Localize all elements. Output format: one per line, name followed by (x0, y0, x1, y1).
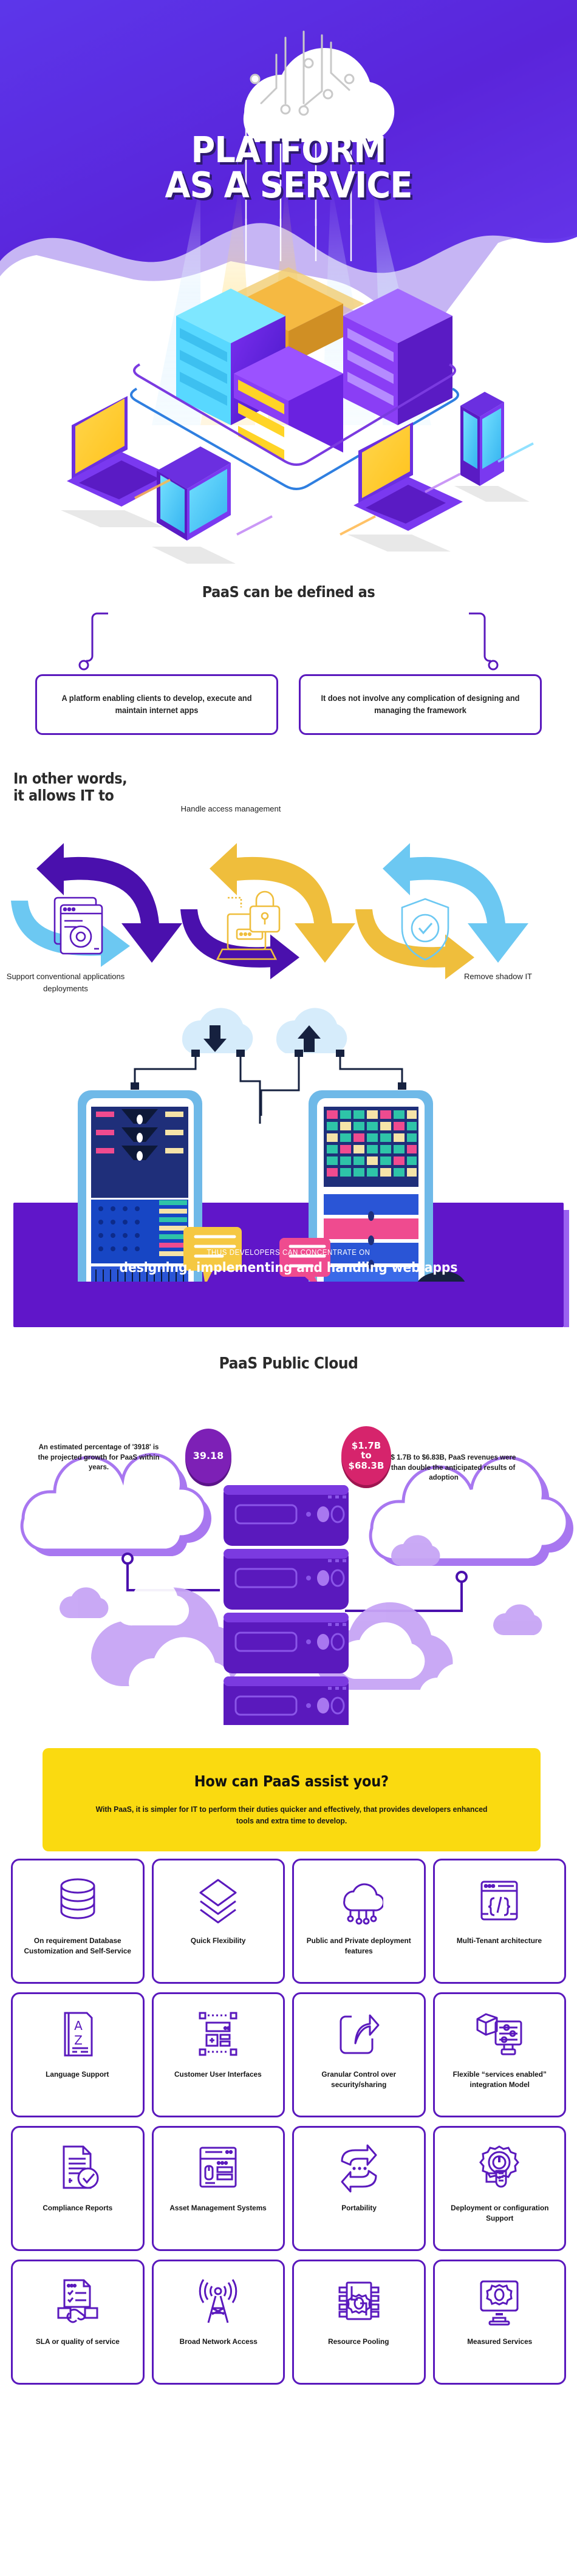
definition-box: A platform enabling clients to develop, … (35, 674, 278, 735)
arrow-purple-bottom (180, 909, 299, 980)
label-remove-shadow-it: Remove shadow IT (464, 972, 532, 981)
laptop-lock-icon (216, 890, 281, 960)
feature-card-measured-services[interactable]: Measured Services (432, 2260, 566, 2385)
box-monitor-sliders-icon (474, 2005, 525, 2063)
in-other-words-heading: In other words, it allows IT to (13, 770, 128, 804)
feature-card-integration[interactable]: Flexible “services enabled” integration … (432, 1992, 566, 2117)
connector-lines (78, 612, 499, 671)
assist-card: How can PaaS assist you? With PaaS, it i… (43, 1748, 541, 1851)
code-window-icon (476, 1871, 522, 1930)
definition-boxes: A platform enabling clients to develop, … (35, 674, 542, 735)
banner-small-text: THUS DEVELOPERS CAN CONCENTRATE ON (207, 1248, 370, 1257)
public-cloud-heading: PaaS Public Cloud (219, 1355, 358, 1373)
banner-text: THUS DEVELOPERS CAN CONCENTRATE ON desig… (0, 1248, 577, 1276)
feature-label: On requirement Database Customization an… (24, 1936, 131, 1955)
hero-background (0, 0, 577, 577)
handshake-document-icon (53, 2272, 102, 2331)
feature-label: Compliance Reports (43, 2204, 113, 2212)
feature-card-granular-control[interactable]: Granular Control over security/sharing (292, 1992, 426, 2117)
feature-card-asset-management[interactable]: Asset Management Systems (151, 2126, 285, 2251)
growth-percentage-bubble: 39.18 (185, 1429, 231, 1483)
feature-label: Language Support (46, 2070, 109, 2079)
layers-icon (196, 1871, 241, 1930)
feature-card-ui[interactable]: Customer User Interfaces (151, 1992, 285, 2117)
feature-label: Customer User Interfaces (174, 2070, 262, 2079)
iow-heading-line2: it allows IT to (13, 787, 114, 804)
growth-percentage-value: 39.18 (193, 1450, 224, 1462)
feature-label: Deployment or configuration Support (450, 2204, 548, 2222)
in-other-words-section: In other words, it allows IT to Handle a… (0, 759, 577, 1020)
developer-illustration-section: THUS DEVELOPERS CAN CONCENTRATE ON desig… (0, 1008, 577, 1336)
revenue-from: $1.7B (351, 1440, 381, 1452)
defined-as-heading: PaaS can be defined as (202, 583, 375, 601)
defined-as-section: PaaS can be defined as A platform enabli… (0, 577, 577, 759)
feature-card-multitenant[interactable]: Multi-Tenant architecture (432, 1859, 566, 1984)
cloud-download-icon (182, 1008, 253, 1053)
cloud-upload-icon (276, 1008, 347, 1053)
feature-card-flexibility[interactable]: Quick Flexibility (151, 1859, 285, 1984)
feature-card-database[interactable]: On requirement Database Customization an… (11, 1859, 145, 1984)
wireframe-icon (194, 2005, 242, 2063)
feature-card-language[interactable]: A Z Language Support (11, 1992, 145, 2117)
connector-dot (456, 1571, 468, 1583)
book-az-icon: A Z (59, 2005, 97, 2063)
feature-label: SLA or quality of service (35, 2337, 120, 2346)
hero-section: PLATFORM AS A SERVICE (0, 0, 577, 577)
banner-large-text: designing, implementing and handling web… (119, 1260, 458, 1276)
connector-dot-right (488, 660, 499, 671)
document-check-icon (54, 2139, 101, 2197)
asset-dashboard-icon (194, 2139, 242, 2197)
right-cloud-text: From $ 1.7B to $6.83B, PaaS revenues wer… (371, 1454, 516, 1482)
antenna-tower-icon (195, 2272, 241, 2331)
feature-card-resource-pooling[interactable]: Resource Pooling (292, 2260, 426, 2385)
feature-card-deployment-support[interactable]: Deployment or configuration Support (432, 2126, 566, 2251)
database-icon (56, 1871, 99, 1930)
svg-text:A: A (74, 2018, 83, 2033)
gear-wrench-icon (474, 2139, 524, 2197)
revenue-range-bubble: $1.7B to $68.3B (341, 1426, 391, 1485)
revenue-to: $68.3B (348, 1460, 384, 1471)
feature-card-deployment[interactable]: Public and Private deployment features (292, 1859, 426, 1984)
assist-title: How can PaaS assist you? (194, 1772, 389, 1790)
chip-gear-icon (335, 2272, 383, 2331)
label-handle-access-management: Handle access management (180, 804, 281, 813)
definition-text: It does not involve any complication of … (321, 694, 520, 715)
feature-label: Measured Services (466, 2337, 532, 2346)
assist-subtitle: With PaaS, it is simpler for IT to perfo… (95, 1805, 488, 1826)
feature-card-grid: On requirement Database Customization an… (0, 1859, 577, 2397)
two-way-arrows-icon (335, 2139, 383, 2197)
share-arrow-icon (335, 2005, 383, 2063)
feature-card-network-access[interactable]: Broad Network Access (151, 2260, 285, 2385)
connector-dot (121, 1553, 134, 1565)
feature-label: Public and Private deployment features (306, 1936, 411, 1955)
monitor-gear-icon (475, 2272, 524, 2331)
feature-label: Broad Network Access (179, 2337, 258, 2346)
definition-text: A platform enabling clients to develop, … (61, 694, 252, 715)
feature-card-compliance[interactable]: Compliance Reports (11, 2126, 145, 2251)
server-developer-illustration (78, 1008, 465, 1282)
feature-label: Multi-Tenant architecture (457, 1936, 542, 1945)
svg-text:Z: Z (74, 2033, 83, 2048)
feature-label: Granular Control over security/sharing (321, 2070, 397, 2089)
left-cloud-text: An estimated percentage of '3918' is the… (38, 1444, 160, 1472)
iow-heading-line1: In other words, (13, 770, 128, 787)
feature-card-sla[interactable]: SLA or quality of service (11, 2260, 145, 2385)
feature-label: Asset Management Systems (169, 2204, 267, 2212)
label-support-conventional: Support conventional applications deploy… (6, 972, 125, 994)
feature-label: Portability (341, 2204, 377, 2212)
revenue-to-word: to (361, 1450, 372, 1461)
feature-label: Flexible “services enabled” integration … (452, 2070, 547, 2089)
window-gear-icon (53, 897, 103, 955)
definition-box: It does not involve any complication of … (299, 674, 542, 735)
cloud-network-icon (335, 1871, 383, 1930)
connector-dot-left (78, 660, 89, 671)
public-cloud-section: PaaS Public Cloud An estimated percentag… (0, 1336, 577, 1737)
feature-label: Resource Pooling (328, 2337, 389, 2346)
server-rack-stack (224, 1485, 349, 1725)
infographic-page: PLATFORM AS A SERVICE PaaS can be define… (0, 0, 577, 2576)
feature-card-portability[interactable]: Portability (292, 2126, 426, 2251)
assist-section: How can PaaS assist you? With PaaS, it i… (0, 1737, 577, 1859)
feature-label: Quick Flexibility (190, 1936, 246, 1945)
